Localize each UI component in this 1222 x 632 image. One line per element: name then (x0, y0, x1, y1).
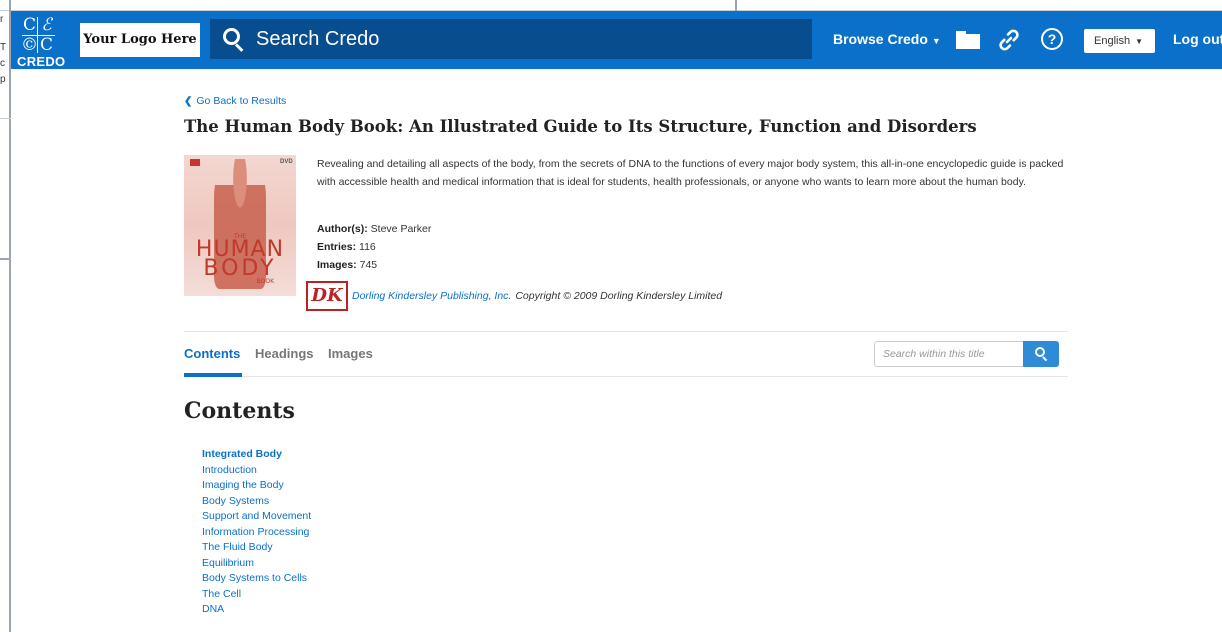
tab-headings[interactable]: Headings (255, 346, 314, 361)
copyright-text: Copyright © 2009 Dorling Kindersley Limi… (515, 290, 723, 302)
toc-item[interactable]: Body Systems (202, 494, 311, 510)
logo-glyph: ℰ (41, 15, 52, 35)
tab-contents[interactable]: Contents (184, 346, 240, 361)
toc-item[interactable]: Introduction (202, 463, 311, 479)
back-to-results-link[interactable]: ❮ Go Back to Results (184, 95, 286, 107)
institution-logo[interactable]: Your Logo Here (80, 23, 200, 57)
link-icon[interactable] (997, 28, 1021, 52)
language-value: English (1094, 35, 1131, 47)
logo-glyph: © (21, 35, 38, 55)
toc-item[interactable]: Equilibrium (202, 556, 311, 572)
table-of-contents: Integrated Body Introduction Imaging the… (202, 447, 311, 618)
contents-heading: Contents (184, 398, 295, 424)
dk-badge-icon (190, 159, 200, 166)
cover-line-2: BODY (203, 256, 277, 281)
credo-logo-mark: C ℰ © C (21, 15, 55, 55)
toc-item[interactable]: Body Systems to Cells (202, 571, 311, 587)
chevron-down-icon: ▼ (1135, 37, 1143, 46)
dvd-badge-icon: DVD (280, 159, 293, 165)
toc-item[interactable]: The Cell (202, 587, 311, 603)
background-text-fragment: r (0, 14, 4, 25)
toc-item[interactable]: The Fluid Body (202, 540, 311, 556)
credo-logo[interactable]: C ℰ © C CREDO (15, 13, 73, 69)
toc-item[interactable]: DNA (202, 602, 311, 618)
dk-publisher-logo: DK (306, 281, 348, 311)
search-within-title-input[interactable]: Search within this title (874, 341, 1023, 367)
author-label: Author(s): (317, 223, 368, 235)
logo-glyph: C (22, 15, 36, 35)
search-credo-field[interactable]: Search Credo (210, 19, 812, 59)
publisher-link[interactable]: Dorling Kindersley Publishing, Inc. (352, 290, 511, 302)
back-link-label: Go Back to Results (196, 95, 287, 107)
tab-images[interactable]: Images (328, 346, 373, 361)
credo-window: C ℰ © C CREDO Your Logo Here Search Cred… (11, 11, 1222, 632)
entries-row: Entries: 116 (317, 238, 431, 256)
book-description: Revealing and detailing all aspects of t… (317, 158, 1064, 188)
help-icon[interactable]: ? (1041, 28, 1063, 50)
page-title: The Human Body Book: An Illustrated Guid… (184, 117, 977, 136)
logout-link[interactable]: Log out (1173, 31, 1222, 47)
background-text-fragment: c (0, 58, 5, 69)
book-metadata: Author(s): Steve Parker Entries: 116 Ima… (317, 220, 431, 274)
toc-item[interactable]: Integrated Body (202, 447, 311, 463)
title-tabs: Contents Headings Images Search within t… (184, 331, 1068, 377)
author-value: Steve Parker (370, 223, 432, 235)
publisher-info: DK Dorling Kindersley Publishing, Inc. C… (306, 281, 722, 311)
search-within-button[interactable] (1023, 341, 1059, 367)
entries-value: 116 (359, 241, 376, 253)
book-cover-image: DVD THE HUMAN BODY BOOK (184, 155, 296, 296)
chevron-down-icon: ▼ (931, 36, 941, 46)
background-text-fragment: T (0, 42, 7, 53)
toc-item[interactable]: Support and Movement (202, 509, 311, 525)
credo-wordmark: CREDO (17, 54, 66, 69)
toc-item[interactable]: Imaging the Body (202, 478, 311, 494)
top-navigation-bar: C ℰ © C CREDO Your Logo Here Search Cred… (11, 11, 1222, 69)
browse-credo-menu[interactable]: Browse Credo ▼ (833, 31, 941, 47)
logo-divider (22, 35, 55, 36)
entries-label: Entries: (317, 241, 357, 253)
images-label: Images: (317, 259, 357, 271)
active-tab-indicator (184, 373, 242, 377)
language-select[interactable]: English ▼ (1084, 29, 1155, 53)
background-text-fragment: p (0, 74, 6, 85)
browse-credo-label: Browse Credo (833, 31, 928, 47)
images-row: Images: 745 (317, 256, 431, 274)
images-value: 745 (359, 259, 378, 271)
search-icon[interactable] (222, 27, 246, 52)
folder-icon[interactable] (956, 31, 980, 49)
author-row: Author(s): Steve Parker (317, 220, 431, 238)
logo-glyph: C (39, 35, 53, 55)
chevron-left-icon: ❮ (184, 96, 193, 107)
cover-title: THE HUMAN BODY BOOK (184, 233, 296, 285)
search-input[interactable]: Search Credo (256, 28, 379, 51)
toc-item[interactable]: Information Processing (202, 525, 311, 541)
